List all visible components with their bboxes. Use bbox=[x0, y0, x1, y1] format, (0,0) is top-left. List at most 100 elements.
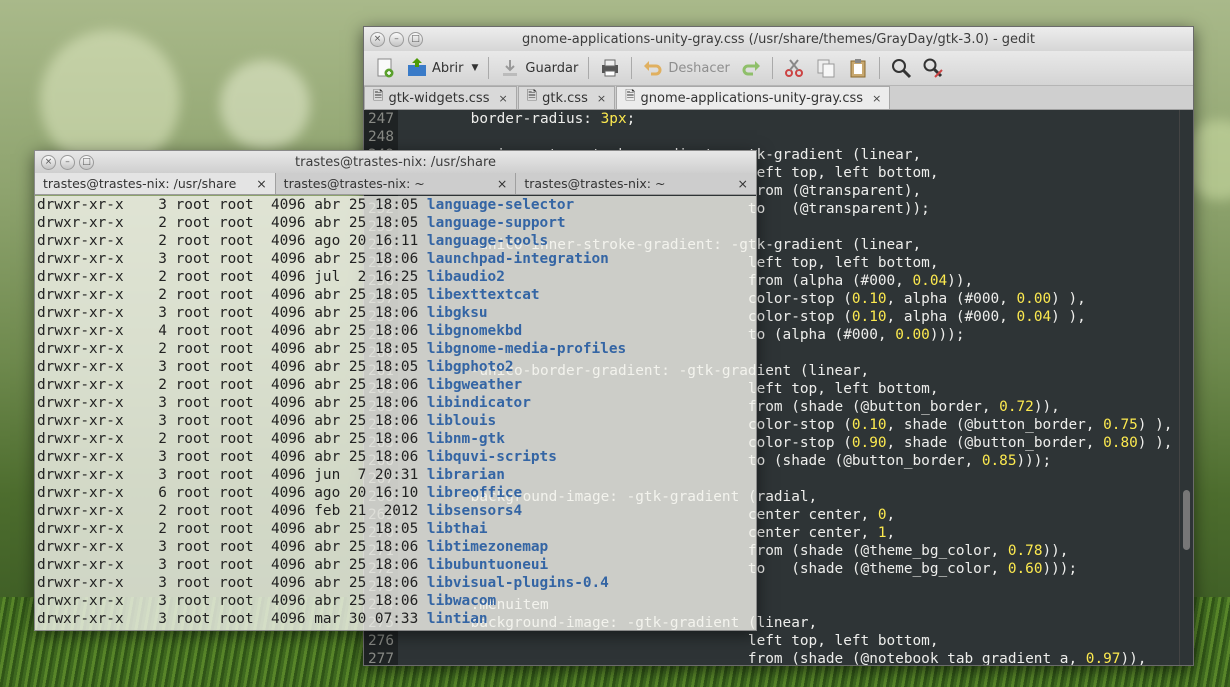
line-number: 276 bbox=[368, 633, 394, 649]
maximize-icon[interactable]: □ bbox=[79, 154, 94, 170]
open-button[interactable]: Abrir ▼ bbox=[402, 54, 482, 82]
undo-button[interactable]: Deshacer bbox=[638, 54, 733, 82]
directory-name: libreoffice bbox=[426, 485, 523, 501]
file-permissions: drwxr-xr-x bbox=[37, 485, 124, 501]
directory-name: libgweather bbox=[426, 377, 523, 393]
tab-gnome-applications-unity-gray-css[interactable]: 🗎 gnome-applications-unity-gray.css × bbox=[616, 86, 891, 109]
terminal-line: drwxr-xr-x 3 root root 4096 mar 30 07:33… bbox=[37, 610, 756, 628]
chevron-down-icon[interactable]: ▼ bbox=[471, 63, 478, 73]
tab-gtk-widgets-css[interactable]: 🗎 gtk-widgets.css × bbox=[364, 86, 517, 109]
link-count: 3 bbox=[158, 449, 167, 465]
file-permissions: drwxr-xr-x bbox=[37, 557, 124, 573]
file-metadata: root root 4096 mar 30 07:33 bbox=[175, 611, 419, 627]
code-number-token: 0.10 bbox=[851, 291, 887, 307]
link-count: 3 bbox=[158, 557, 167, 573]
directory-name: libaudio2 bbox=[426, 269, 505, 285]
link-count: 3 bbox=[158, 359, 167, 375]
file-metadata: root root 4096 abr 25 18:05 bbox=[175, 215, 419, 231]
tab-label: trastes@trastes-nix: ~ bbox=[283, 176, 425, 191]
copy-button[interactable] bbox=[811, 54, 841, 82]
find-button[interactable] bbox=[886, 54, 916, 82]
terminal-titlebar[interactable]: × – □ trastes@trastes-nix: /usr/share bbox=[35, 151, 756, 173]
directory-name: libquvi-scripts bbox=[426, 449, 557, 465]
minimize-icon[interactable]: – bbox=[60, 154, 75, 170]
close-icon[interactable]: × bbox=[370, 31, 385, 47]
file-permissions: drwxr-xr-x bbox=[37, 431, 124, 447]
close-icon[interactable]: × bbox=[498, 92, 507, 105]
close-icon[interactable]: × bbox=[738, 176, 748, 191]
link-count: 6 bbox=[158, 485, 167, 501]
file-metadata: root root 4096 abr 25 18:06 bbox=[175, 593, 419, 609]
file-permissions: drwxr-xr-x bbox=[37, 467, 124, 483]
close-icon[interactable]: × bbox=[41, 154, 56, 170]
line-number: 248 bbox=[368, 129, 394, 145]
directory-name: language-support bbox=[426, 215, 566, 231]
code-token: ))); bbox=[929, 327, 965, 343]
save-button[interactable]: Guardar bbox=[495, 54, 582, 82]
code-token: ))); bbox=[1042, 561, 1078, 577]
code-number-token: 0.04 bbox=[912, 273, 948, 289]
file-permissions: drwxr-xr-x bbox=[37, 323, 124, 339]
link-count: 3 bbox=[158, 305, 167, 321]
file-metadata: root root 4096 abr 25 18:05 bbox=[175, 197, 419, 213]
tab-gtk-css[interactable]: 🗎 gtk.css × bbox=[517, 86, 616, 109]
code-number-token: 0.00 bbox=[895, 327, 930, 343]
file-permissions: drwxr-xr-x bbox=[37, 521, 124, 537]
new-document-button[interactable] bbox=[370, 54, 400, 82]
terminal-line: drwxr-xr-x 2 root root 4096 ago 20 16:11… bbox=[37, 232, 756, 250]
find-replace-button[interactable] bbox=[918, 54, 948, 82]
tab-label: gtk.css bbox=[542, 90, 588, 106]
new-document-icon bbox=[374, 57, 396, 79]
terminal-output[interactable]: drwxr-xr-x 3 root root 4096 abr 25 18:05… bbox=[35, 196, 756, 630]
terminal-line: drwxr-xr-x 3 root root 4096 abr 25 18:06… bbox=[37, 394, 756, 412]
file-metadata: root root 4096 abr 25 18:06 bbox=[175, 395, 419, 411]
cut-button[interactable] bbox=[779, 54, 809, 82]
directory-name: libindicator bbox=[426, 395, 531, 411]
file-metadata: root root 4096 abr 25 18:06 bbox=[175, 251, 419, 267]
tab-label: gtk-widgets.css bbox=[388, 90, 490, 106]
code-token: , shade (@button_border, bbox=[886, 417, 1104, 433]
clipboard-icon bbox=[847, 57, 869, 79]
file-permissions: drwxr-xr-x bbox=[37, 341, 124, 357]
directory-name: language-tools bbox=[426, 233, 549, 249]
code-token: left top, left bottom, bbox=[436, 633, 939, 649]
print-button[interactable] bbox=[595, 54, 625, 82]
directory-name: language-selector bbox=[426, 197, 575, 213]
file-permissions: drwxr-xr-x bbox=[37, 233, 124, 249]
directory-name: libgnome-media-profiles bbox=[426, 341, 627, 357]
maximize-icon[interactable]: □ bbox=[408, 31, 423, 47]
directory-name: lintian bbox=[426, 611, 488, 627]
close-icon[interactable]: × bbox=[497, 176, 507, 191]
minimize-icon[interactable]: – bbox=[389, 31, 404, 47]
file-permissions: drwxr-xr-x bbox=[37, 395, 124, 411]
code-line: border-radius: 3px; bbox=[436, 110, 1173, 128]
terminal-line: drwxr-xr-x 4 root root 4096 abr 25 18:06… bbox=[37, 322, 756, 340]
terminal-tab[interactable]: trastes@trastes-nix: ~ × bbox=[516, 173, 757, 194]
file-metadata: root root 4096 abr 25 18:06 bbox=[175, 431, 419, 447]
code-number-token: 1 bbox=[877, 525, 887, 541]
close-icon[interactable]: × bbox=[872, 92, 881, 105]
link-count: 2 bbox=[158, 233, 167, 249]
link-count: 2 bbox=[158, 287, 167, 303]
close-icon[interactable]: × bbox=[256, 176, 266, 191]
terminal-tab[interactable]: trastes@trastes-nix: ~ × bbox=[275, 173, 517, 194]
file-permissions: drwxr-xr-x bbox=[37, 305, 124, 321]
link-count: 2 bbox=[158, 431, 167, 447]
toolbar-separator bbox=[488, 57, 490, 79]
terminal-line: drwxr-xr-x 2 root root 4096 abr 25 18:05… bbox=[37, 340, 756, 358]
directory-name: liblouis bbox=[426, 413, 497, 429]
code-number-token: 0.04 bbox=[1016, 309, 1052, 325]
vertical-scrollbar[interactable] bbox=[1179, 110, 1193, 665]
toolbar-separator bbox=[771, 57, 773, 79]
terminal-tab[interactable]: trastes@trastes-nix: /usr/share × bbox=[35, 173, 276, 194]
gedit-titlebar[interactable]: × – □ gnome-applications-unity-gray.css … bbox=[364, 27, 1193, 51]
terminal-line: drwxr-xr-x 2 root root 4096 abr 25 18:05… bbox=[37, 520, 756, 538]
redo-button[interactable] bbox=[736, 54, 766, 82]
code-token: ))); bbox=[1016, 453, 1052, 469]
file-permissions: drwxr-xr-x bbox=[37, 593, 124, 609]
close-icon[interactable]: × bbox=[597, 92, 606, 105]
paste-button[interactable] bbox=[843, 54, 873, 82]
file-metadata: root root 4096 feb 21 2012 bbox=[175, 503, 419, 519]
scrollbar-thumb[interactable] bbox=[1183, 490, 1190, 550]
